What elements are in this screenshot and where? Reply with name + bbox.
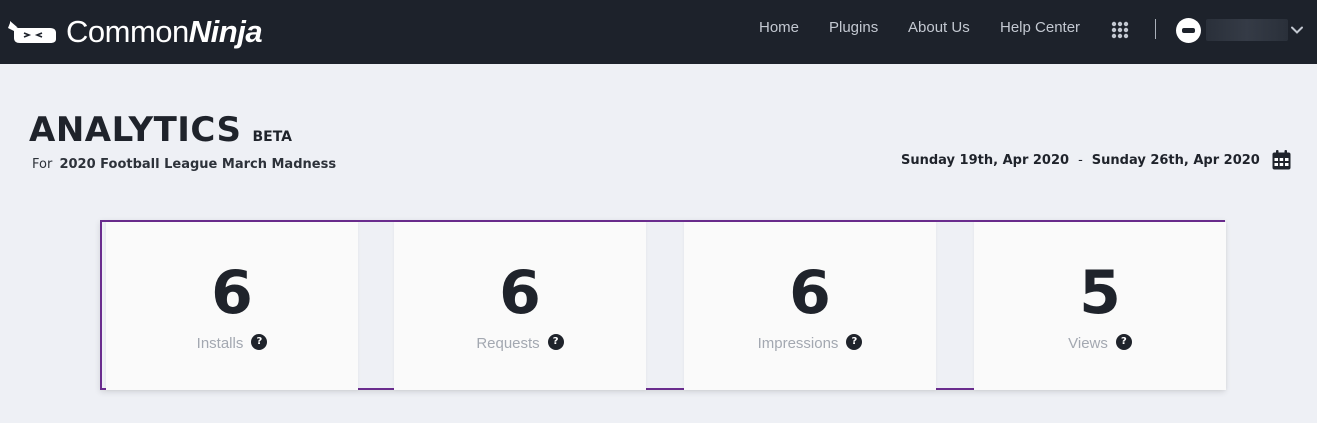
date-end: Sunday 26th, Apr 2020	[1091, 153, 1260, 168]
help-icon[interactable]: ?	[1115, 333, 1132, 350]
calendar-icon[interactable]	[1272, 150, 1291, 170]
stat-label-row: Installs ?	[106, 333, 358, 352]
page-title: ANALYTICS BETA	[29, 110, 292, 150]
stat-value: 6	[499, 258, 541, 328]
nav-about-us-link[interactable]: About Us	[908, 19, 970, 36]
stat-card-impressions: 6 Impressions ?	[684, 222, 936, 390]
nav-help-center-link[interactable]: Help Center	[1000, 19, 1080, 36]
plugin-name: 2020 Football League March Madness	[59, 157, 337, 172]
nav-plugins-link[interactable]: Plugins	[829, 19, 878, 36]
date-range[interactable]: Sunday 19th, Apr 2020- Sunday 26th, Apr 2…	[901, 153, 1260, 168]
stat-card-requests: 6 Requests ?	[394, 222, 646, 390]
stat-label: Installs	[196, 335, 244, 352]
stat-label-row: Views ?	[974, 333, 1226, 352]
top-navigation-bar: CommonNinja Home Plugins About Us Help C…	[0, 0, 1317, 64]
stat-label-row: Requests ?	[394, 333, 646, 352]
nav-home-link[interactable]: Home	[759, 19, 799, 36]
date-separator: -	[1078, 153, 1083, 168]
logo-word-ninja: Ninja	[188, 14, 263, 49]
beta-badge: BETA	[252, 129, 293, 145]
chevron-down-icon[interactable]	[1289, 22, 1305, 38]
stat-label-row: Impressions ?	[684, 333, 936, 352]
stat-value: 6	[789, 258, 831, 328]
logo-wordmark: CommonNinja	[66, 14, 263, 50]
user-avatar-icon[interactable]	[1176, 18, 1201, 43]
help-icon[interactable]: ?	[846, 333, 863, 350]
stat-label: Views	[1068, 335, 1108, 352]
help-icon[interactable]: ?	[251, 333, 268, 350]
analytics-stats-panel: 6 Installs ? 6 Requests ? 6 Impressions …	[100, 220, 1226, 390]
date-start: Sunday 19th, Apr 2020	[901, 153, 1070, 168]
stat-card-installs: 6 Installs ?	[106, 222, 358, 390]
stat-label: Impressions	[757, 335, 839, 352]
nav-divider	[1155, 19, 1156, 39]
logo-word-common: Common	[66, 14, 189, 49]
stat-value: 6	[211, 258, 253, 328]
apps-grid-icon[interactable]	[1111, 21, 1129, 39]
page-title-text: ANALYTICS	[29, 110, 242, 150]
ninja-mask-icon	[8, 21, 56, 43]
stat-label: Requests	[476, 335, 540, 352]
stat-card-views: 5 Views ?	[974, 222, 1226, 390]
user-name-redacted[interactable]	[1206, 19, 1288, 41]
stat-value: 5	[1079, 258, 1121, 328]
help-icon[interactable]: ?	[547, 333, 564, 350]
subtitle-prefix: For	[32, 157, 53, 172]
common-ninja-logo[interactable]: CommonNinja	[8, 10, 263, 54]
plugin-subtitle: For 2020 Football League March Madness	[32, 157, 336, 172]
